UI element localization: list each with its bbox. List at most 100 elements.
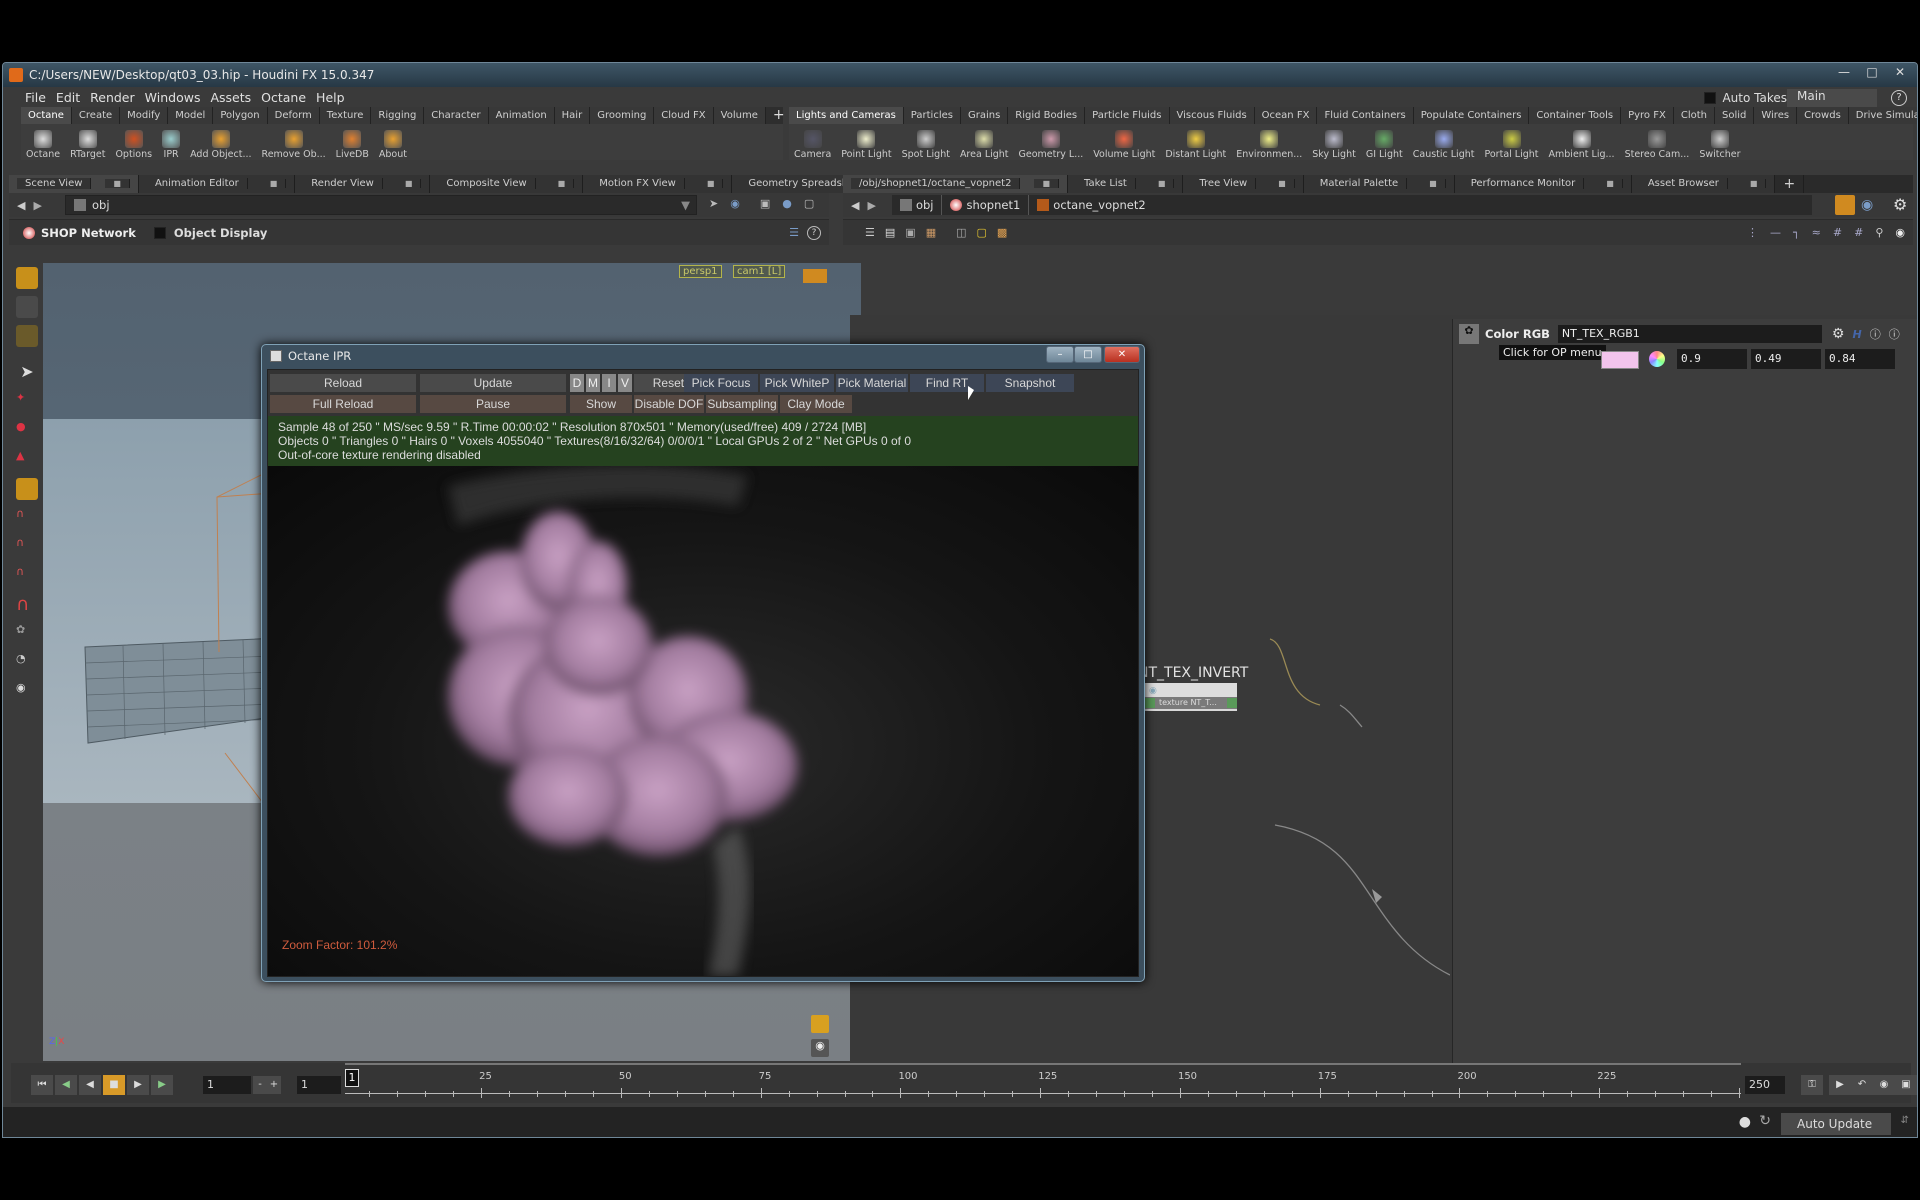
houdini-help-icon[interactable]: H xyxy=(1852,328,1861,341)
close-tab-icon[interactable]: ■ xyxy=(549,179,575,188)
pane-tab-scene-view[interactable]: Scene View ■ xyxy=(9,175,139,193)
color-g-field[interactable]: 0.49 xyxy=(1751,349,1821,369)
link-icon[interactable]: ◉ xyxy=(730,197,740,210)
pane-tab-tree-view[interactable]: Tree View ■ xyxy=(1183,175,1304,193)
color-b-field[interactable]: 0.84 xyxy=(1825,349,1895,369)
gear-icon[interactable]: ⚙ xyxy=(1893,195,1907,214)
jump-start-button[interactable]: ⏮ xyxy=(31,1075,53,1095)
ipr-minimize-button[interactable]: – xyxy=(1046,346,1074,363)
shelf-tab-solid[interactable]: Solid xyxy=(1714,107,1755,124)
color-wheel-icon[interactable] xyxy=(1649,351,1665,367)
close-tab-icon[interactable]: ■ xyxy=(1421,179,1446,188)
tool-spot-light[interactable]: Spot Light xyxy=(902,130,950,160)
shelf-tab-volume[interactable]: Volume xyxy=(713,107,766,124)
close-tab-icon[interactable]: ■ xyxy=(261,179,287,188)
input-port[interactable] xyxy=(1145,698,1155,708)
close-tab-icon[interactable]: ■ xyxy=(1149,179,1175,188)
ipr-subsampling-button[interactable]: Subsampling xyxy=(706,395,778,413)
ipr-show-alpha-button[interactable]: Show Alpha xyxy=(570,395,632,429)
chat-icon[interactable]: ● xyxy=(1739,1114,1751,1130)
tool-gi-light[interactable]: GI Light xyxy=(1366,130,1403,160)
pin-network-icon[interactable] xyxy=(1835,195,1855,215)
tool-point-light[interactable]: Point Light xyxy=(841,130,892,160)
ipr-full-reload-button[interactable]: Full Reload xyxy=(270,395,416,413)
close-tab-icon[interactable]: ■ xyxy=(698,179,724,188)
ipr-m-button[interactable]: M xyxy=(586,374,600,392)
layout-icon[interactable]: ◫ xyxy=(956,226,966,239)
shelf-tab-grooming[interactable]: Grooming xyxy=(590,107,655,124)
op-menu-icon[interactable]: ✿ xyxy=(1459,324,1479,344)
ipr-pick-material-button[interactable]: Pick Material xyxy=(836,374,908,392)
ipr-disable-dof-button[interactable]: Disable DOF xyxy=(634,395,704,413)
ipr-render-view[interactable]: Zoom Factor: 101.2% xyxy=(268,466,1138,976)
camera-tool-icon[interactable]: ◔ xyxy=(16,652,38,674)
object-display-checkbox[interactable] xyxy=(153,226,166,239)
snap-grid-icon[interactable]: ∩ xyxy=(16,507,38,529)
node-name-field[interactable]: NT_TEX_RGB1 xyxy=(1557,325,1822,343)
snap-magnet-icon[interactable]: ∩ xyxy=(16,594,38,616)
ipr-snapshot-button[interactable]: Snapshot xyxy=(986,374,1074,392)
key-icon[interactable]: ⚿ xyxy=(1801,1075,1823,1095)
tool-distant-light[interactable]: Distant Light xyxy=(1165,130,1226,160)
view-tree-icon[interactable]: ☰ xyxy=(789,226,799,239)
network-back-icon[interactable]: ◀ xyxy=(851,199,859,212)
audio-icon[interactable]: ◉ xyxy=(1873,1075,1895,1095)
point-select-icon[interactable] xyxy=(16,296,38,318)
shelf-tab-create[interactable]: Create xyxy=(71,107,121,124)
handle-tool-icon[interactable] xyxy=(16,478,38,500)
shelf-tab-drive-simulation[interactable]: Drive Simulation xyxy=(1848,107,1917,124)
global-anim-options-icon[interactable]: ▣ xyxy=(1895,1075,1917,1095)
lighting-icon[interactable]: ● xyxy=(782,197,792,210)
color-r-field[interactable]: 0.9 xyxy=(1677,349,1747,369)
shelf-tab-model[interactable]: Model xyxy=(168,107,214,124)
zoom-icon[interactable]: ⚲ xyxy=(1875,226,1883,239)
pane-tab-performance-monitor[interactable]: Performance Monitor ■ xyxy=(1454,175,1632,193)
ipr-d-button[interactable]: D xyxy=(570,374,584,392)
tool-caustic-light[interactable]: Caustic Light xyxy=(1413,130,1474,160)
jump-end-button[interactable]: ▶ xyxy=(151,1075,173,1095)
primitive-select-icon[interactable] xyxy=(16,325,38,347)
start-frame-field[interactable]: 1 xyxy=(297,1076,341,1094)
shelf-tab-hair[interactable]: Hair xyxy=(554,107,591,124)
menu-file[interactable]: File xyxy=(25,90,46,105)
chevron-down-icon[interactable]: ▼ xyxy=(681,198,690,212)
move-tool-icon[interactable]: ✦ xyxy=(16,391,38,413)
shelf-tab-grains[interactable]: Grains xyxy=(960,107,1009,124)
shelf-tab-octane[interactable]: Octane xyxy=(21,107,72,124)
tool-environmen[interactable]: Environmen... xyxy=(1236,130,1302,160)
close-tab-icon[interactable]: ■ xyxy=(1598,179,1623,188)
pin-icon[interactable]: ➤ xyxy=(709,197,718,210)
tool-portal-light[interactable]: Portal Light xyxy=(1484,130,1539,160)
ipr-i-button[interactable]: I xyxy=(602,374,616,392)
crumb-shopnet[interactable]: shopnet1 xyxy=(942,195,1030,215)
maximize-button[interactable]: □ xyxy=(1859,63,1885,81)
refresh-icon[interactable]: ↻ xyxy=(1759,1113,1771,1129)
network-box-icon[interactable]: ▩ xyxy=(997,226,1007,239)
tool-ipr[interactable]: IPR xyxy=(162,130,181,160)
render-region-icon[interactable]: ◉ xyxy=(16,681,38,703)
help-icon[interactable]: ⓘ xyxy=(1889,326,1900,342)
pane-tab-take-list[interactable]: Take List ■ xyxy=(1068,175,1184,193)
dashed-wire-icon[interactable]: — xyxy=(1770,226,1781,239)
crumb-obj[interactable]: obj xyxy=(892,195,943,215)
palette-icon[interactable]: ▦ xyxy=(926,226,936,239)
menu-edit[interactable]: Edit xyxy=(56,90,80,105)
tool-about[interactable]: About xyxy=(379,130,407,160)
tool-sky-light[interactable]: Sky Light xyxy=(1312,130,1356,160)
tool-options[interactable]: Options xyxy=(115,130,152,160)
info-icon[interactable]: ⓘ xyxy=(1870,326,1881,342)
tool-geometry-l[interactable]: Geometry L... xyxy=(1019,130,1083,160)
tool-area-light[interactable]: Area Light xyxy=(960,130,1009,160)
link-network-icon[interactable]: ◉ xyxy=(1861,197,1873,213)
shelf-tab-fluid-containers[interactable]: Fluid Containers xyxy=(1317,107,1414,124)
tool-octane[interactable]: Octane xyxy=(26,130,60,160)
list-icon[interactable]: ▤ xyxy=(885,226,895,239)
shelf-tab-particle-fluids[interactable]: Particle Fluids xyxy=(1085,107,1170,124)
background-icon[interactable]: ▢ xyxy=(804,197,814,210)
tool-remove-ob[interactable]: Remove Ob... xyxy=(262,130,326,160)
display-options-icon[interactable]: ▣ xyxy=(760,197,770,210)
menu-octane[interactable]: Octane xyxy=(261,90,306,105)
close-button[interactable]: ✕ xyxy=(1887,63,1913,81)
straight-wire-icon[interactable]: ≈ xyxy=(1812,226,1821,239)
shelf-tab-cloth[interactable]: Cloth xyxy=(1673,107,1715,124)
